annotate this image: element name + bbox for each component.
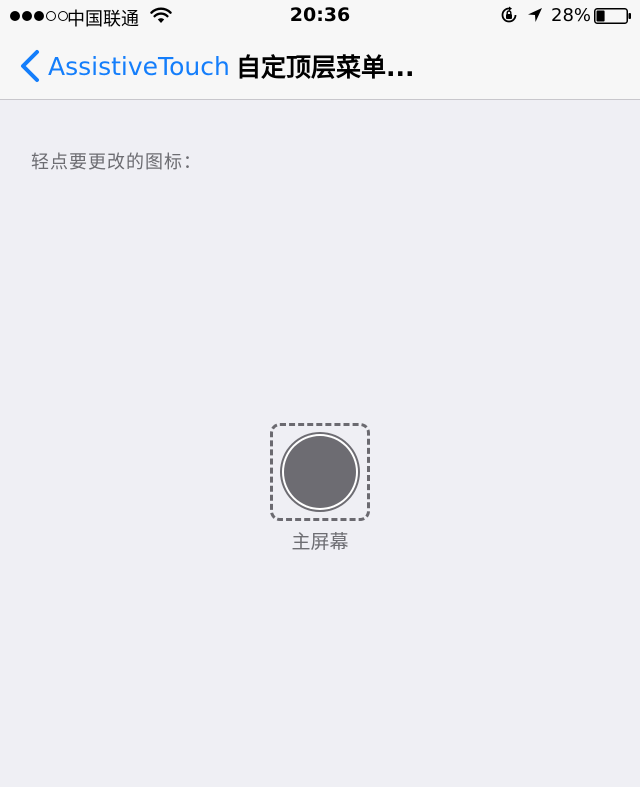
bottom-strip (0, 787, 640, 797)
menu-icon-slot[interactable] (270, 423, 370, 521)
chevron-left-icon (21, 50, 39, 82)
status-bar: 中国联通 20:36 28% (0, 0, 640, 34)
battery-icon (594, 8, 631, 24)
menu-icon-label: 主屏幕 (291, 531, 349, 553)
page-title: 自定顶层菜单... (236, 53, 415, 82)
battery-percent: 28% (551, 5, 592, 26)
home-button-icon (284, 436, 356, 508)
location-arrow-icon (528, 8, 542, 22)
top-bar: 中国联通 20:36 28% AssistiveTouch 自定顶层菜单... (0, 0, 640, 100)
back-button-label: AssistiveTouch (48, 51, 230, 81)
instruction-text: 轻点要更改的图标： (31, 152, 202, 173)
status-time: 20:36 (289, 4, 351, 26)
back-button[interactable]: AssistiveTouch (18, 46, 230, 86)
rotation-lock-icon (501, 6, 517, 23)
